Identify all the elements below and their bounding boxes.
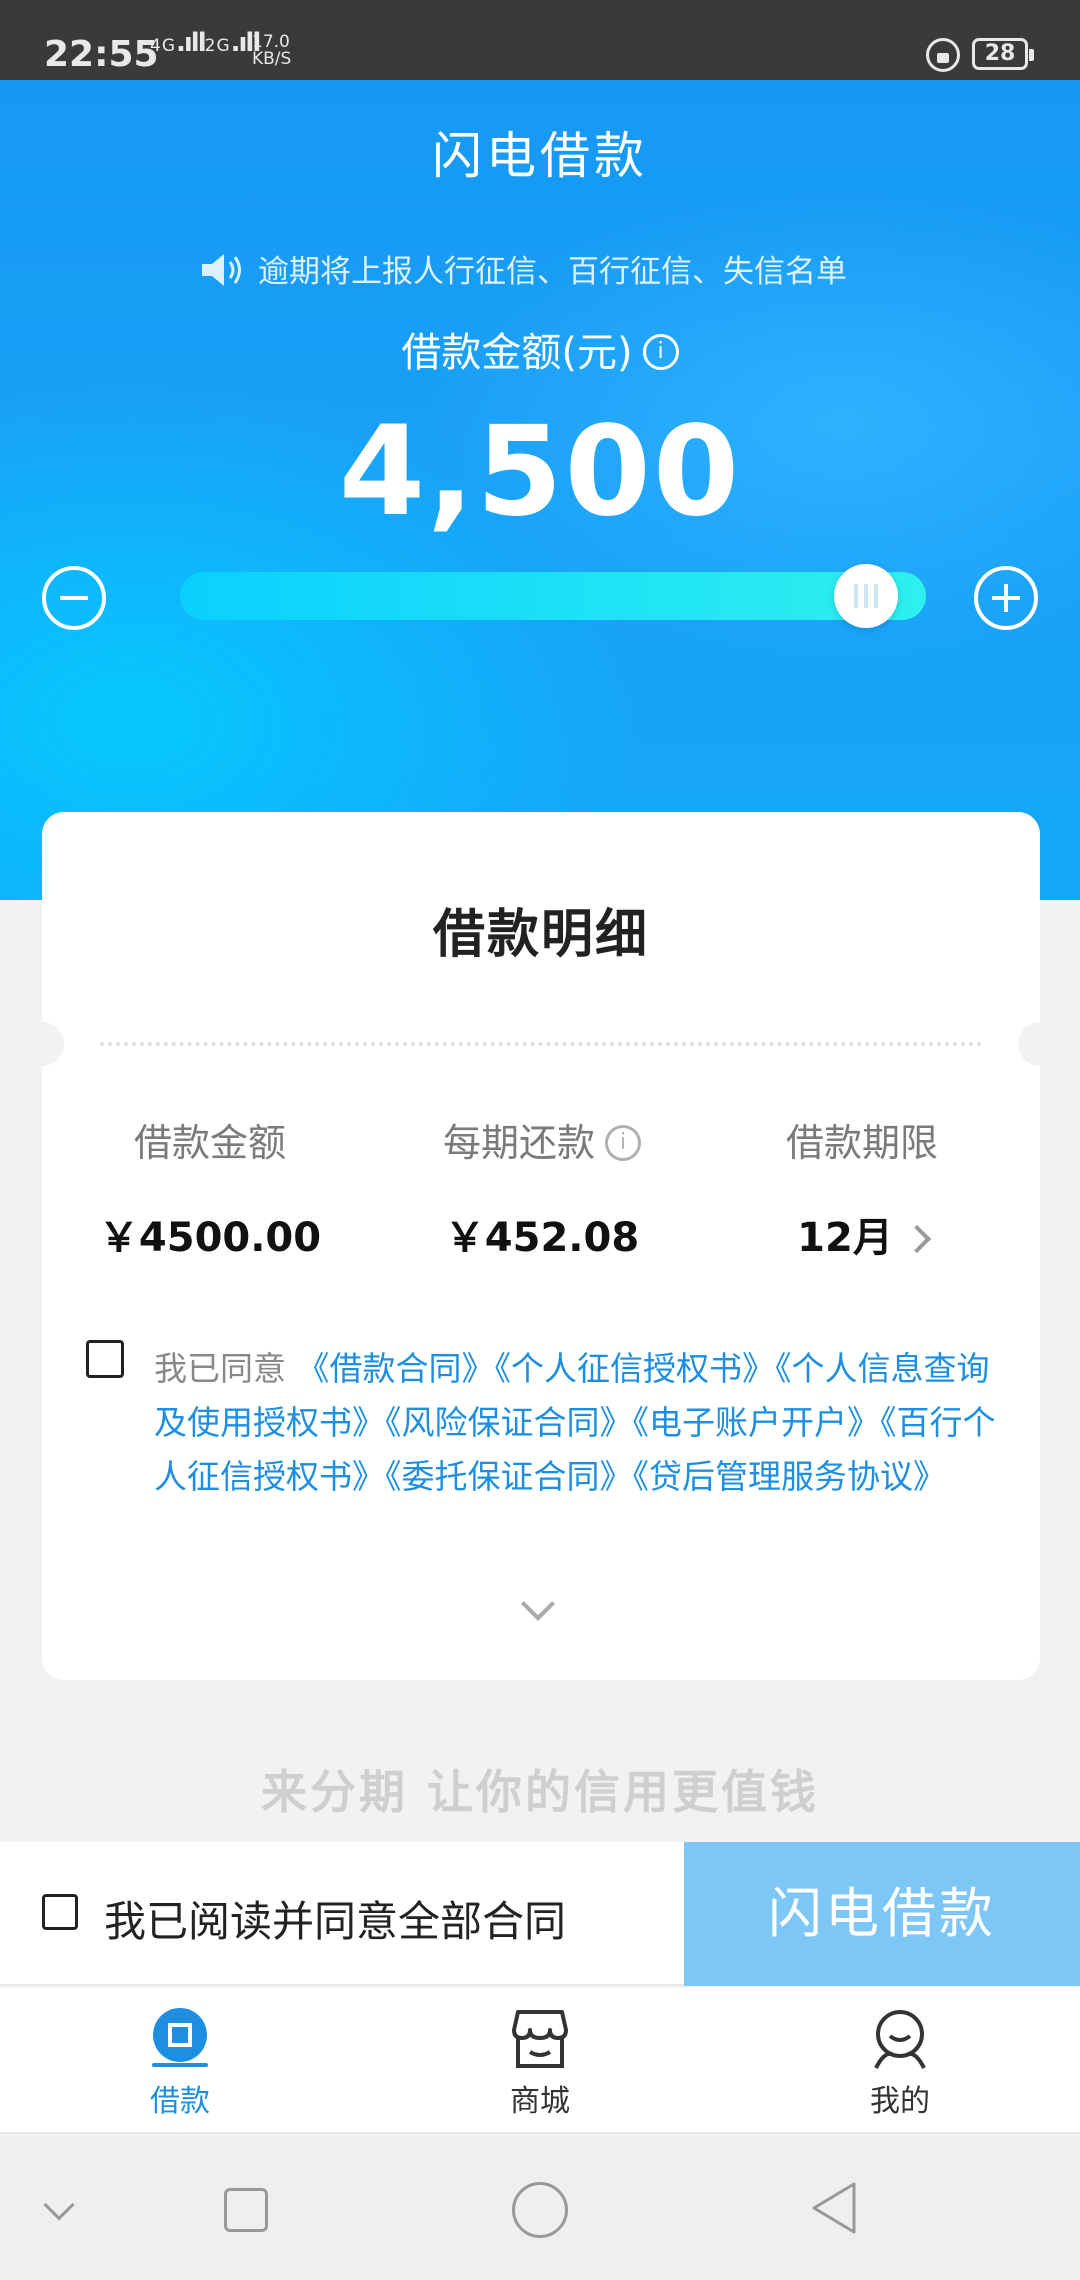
installment-value: ￥452.08 [444, 1215, 640, 1261]
agree-all-label[interactable]: 我已阅读并同意全部合同 [104, 1888, 566, 1949]
overdue-notice: 逾期将上报人行征信、百行征信、失信名单 [200, 246, 900, 292]
term-selector[interactable]: 12月 [712, 1205, 1012, 1263]
info-icon[interactable]: i [642, 334, 679, 370]
amount-label-text: 借款金额(元) [401, 330, 633, 376]
nav-home-icon[interactable] [512, 2182, 568, 2238]
nav-collapse-icon[interactable] [43, 2189, 75, 2221]
notice-text: 逾期将上报人行征信、百行征信、失信名单 [258, 254, 847, 290]
slider-fill [180, 572, 866, 620]
submit-loan-button[interactable]: 闪电借款 [684, 1842, 1080, 1986]
agree-prefix: 我已同意 [154, 1349, 297, 1388]
loan-amount-column: 借款金额 ￥4500.00 [60, 1112, 360, 1263]
chevron-right-icon [902, 1224, 931, 1254]
network-2g-label: 2G [204, 36, 231, 56]
page-title: 闪电借款 [432, 127, 648, 185]
profile-icon [874, 2010, 926, 2069]
slogan: 来分期 让你的信用更值钱 [260, 1765, 819, 1819]
contract-agree-checkbox[interactable] [86, 1340, 124, 1378]
action-bar: 我已阅读并同意全部合同 闪电借款 [0, 1842, 1080, 1986]
loan-amount-value: 4,500 [338, 400, 742, 544]
network-4g-label: 4G [150, 36, 176, 56]
contract-link-e-account[interactable]: 《电子账户开户》 [633, 1403, 881, 1442]
card-title: 借款明细 [432, 905, 649, 965]
amount-slider[interactable] [180, 572, 926, 620]
tab-profile[interactable]: 我的 [800, 2008, 1000, 2120]
store-icon [512, 2010, 568, 2068]
signal-icon: 4G.ıll2G.ıll [150, 28, 261, 58]
increase-amount-button[interactable] [974, 566, 1038, 630]
contract-link-credit-auth[interactable]: 《个人征信授权书》 [495, 1349, 776, 1388]
term-column[interactable]: 借款期限 12月 [712, 1112, 1012, 1263]
contract-link-loan[interactable]: 《借款合同》 [297, 1349, 495, 1388]
installment-label-text: 每期还款 [442, 1121, 595, 1165]
slider-handle[interactable] [834, 564, 899, 628]
tab-loan-label: 借款 [150, 2084, 210, 2119]
term-label: 借款期限 [785, 1121, 938, 1165]
status-bar: 22:55 4G.ıll2G.ıll 17.0 KB/S 28 [0, 0, 1080, 80]
tab-store-label: 商城 [510, 2084, 570, 2119]
ticket-notch-right [1018, 1022, 1062, 1066]
speed-unit: KB/S [252, 49, 292, 69]
speaker-icon [202, 253, 241, 286]
nav-recents-icon[interactable] [224, 2188, 268, 2232]
status-time: 22:55 [44, 34, 159, 75]
contract-link-entrusted-guarantee[interactable]: 《委托保证合同》 [385, 1457, 633, 1496]
rotation-lock-icon [926, 38, 960, 72]
loan-detail-card: 借款明细 借款金额 ￥4500.00 每期还款 i ￥452.08 借款期限 12… [20, 812, 1062, 1680]
network-speed: 17.0 KB/S [252, 34, 302, 68]
divider [100, 1042, 982, 1046]
tab-store[interactable]: 商城 [440, 2008, 640, 2120]
installment-label: 每期还款 i [392, 1112, 692, 1167]
nav-back-icon[interactable] [808, 2180, 860, 2236]
tab-profile-label: 我的 [870, 2084, 930, 2119]
loan-amount-label: 借款金额 [133, 1121, 286, 1165]
ticket-notch-left [20, 1022, 64, 1066]
contract-link-post-loan[interactable]: 《贷后管理服务协议》 [633, 1457, 947, 1496]
amount-label: 借款金额(元) i [0, 320, 1080, 378]
installment-column: 每期还款 i ￥452.08 [392, 1112, 692, 1263]
battery-icon: 28 [972, 38, 1034, 70]
agree-all-checkbox[interactable] [42, 1894, 78, 1930]
installment-info-icon[interactable]: i [605, 1124, 641, 1161]
bottom-tab-bar: 借款 商城 我的 [0, 1988, 1080, 2134]
contract-link-risk-guarantee[interactable]: 《风险保证合同》 [385, 1403, 633, 1442]
loan-icon [152, 2008, 208, 2067]
loan-hero: 闪电借款 逾期将上报人行征信、百行征信、失信名单 借款金额(元) i 4,500 [0, 80, 1080, 900]
loan-amount-detail: ￥4500.00 [98, 1215, 322, 1261]
tab-loan[interactable]: 借款 [80, 2008, 280, 2120]
contract-agreement-text: 我已同意 《借款合同》《个人征信授权书》《个人信息查询及使用授权书》《风险保证合… [154, 1342, 1004, 1504]
expand-chevron-icon[interactable] [521, 1587, 555, 1621]
system-navigation-bar [0, 2136, 1080, 2280]
decrease-amount-button[interactable] [42, 566, 106, 630]
term-value: 12月 [797, 1215, 893, 1261]
